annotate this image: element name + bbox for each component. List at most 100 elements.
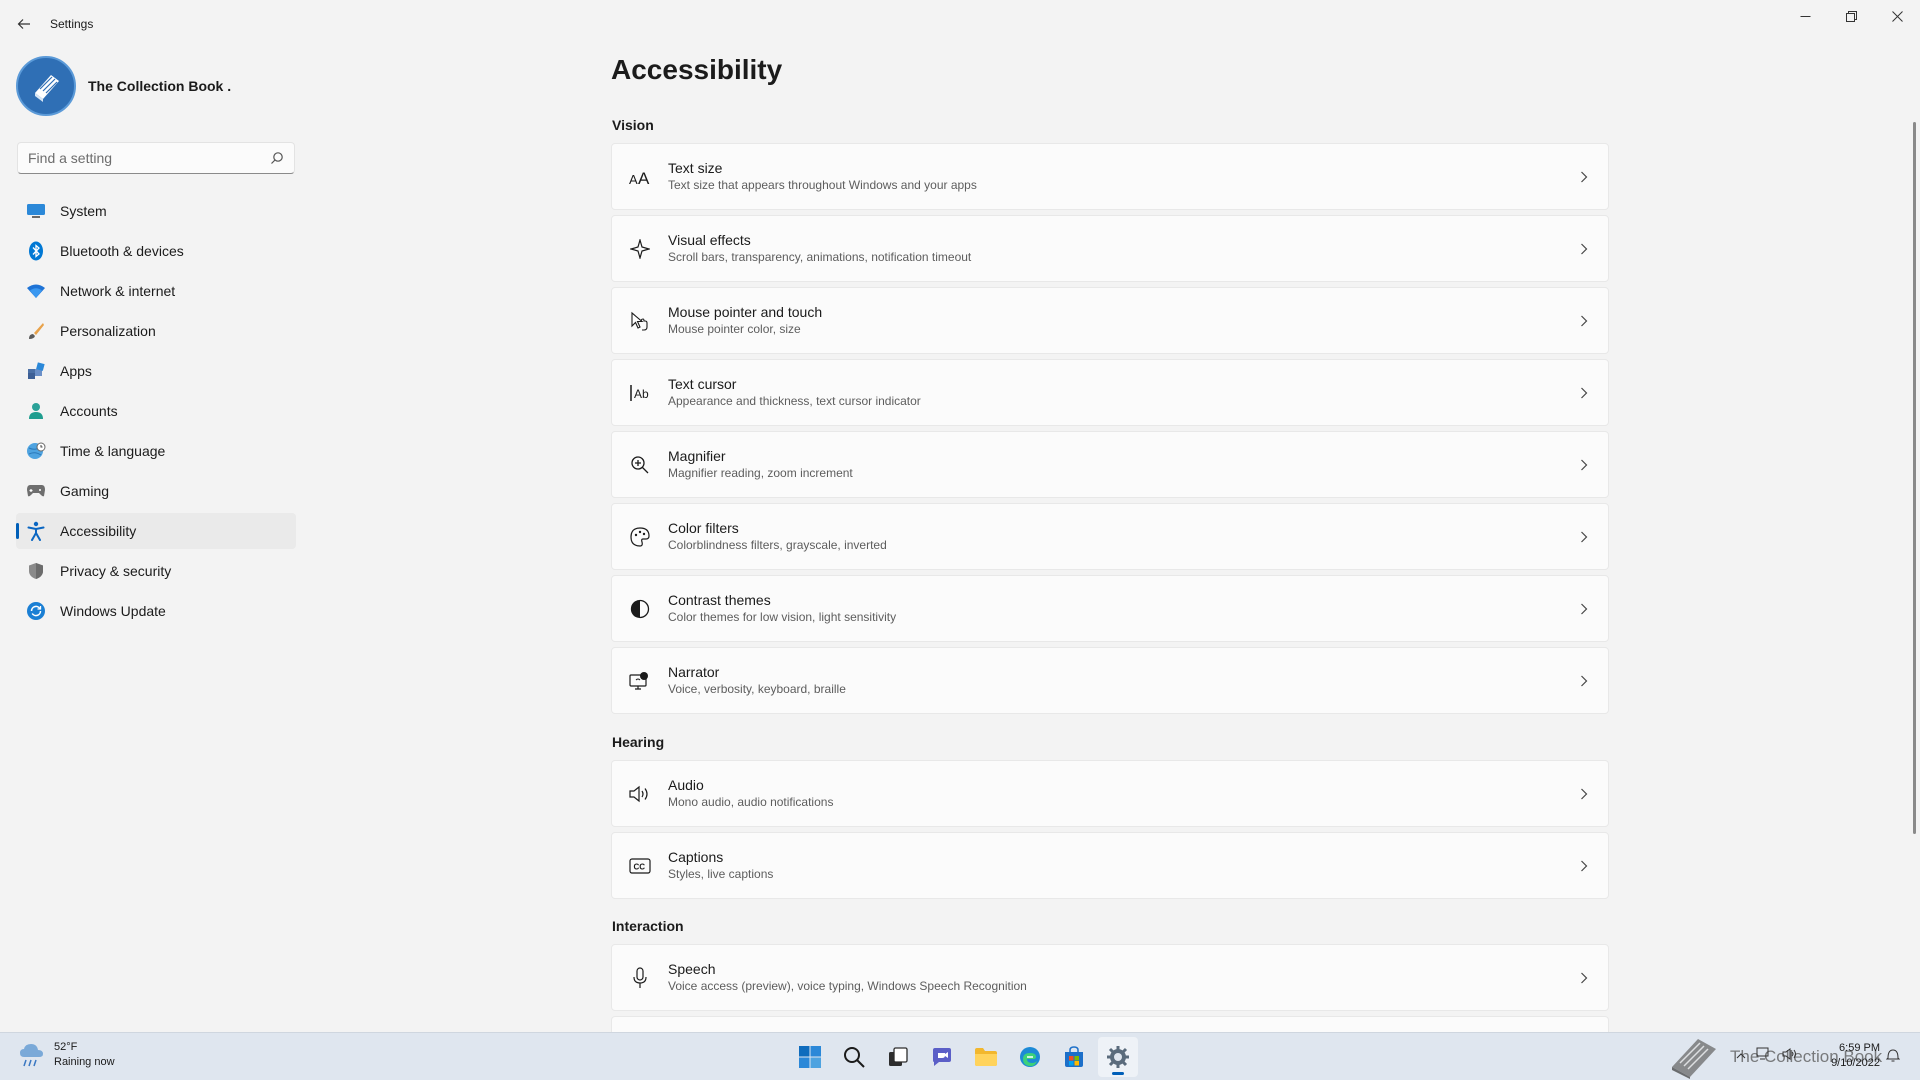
setting-card-mouse-pointer[interactable]: Mouse pointer and touch Mouse pointer col… xyxy=(611,287,1609,354)
palette-icon xyxy=(612,526,668,547)
search-input[interactable] xyxy=(28,150,270,166)
section-title-hearing: Hearing xyxy=(612,734,665,750)
sparkle-icon xyxy=(612,238,668,259)
network-icon[interactable] xyxy=(1756,1047,1772,1064)
file-explorer-button[interactable] xyxy=(966,1037,1006,1077)
section-title-vision: Vision xyxy=(612,117,654,133)
card-title: Visual effects xyxy=(668,232,751,248)
apps-icon xyxy=(26,361,46,381)
svg-text:A: A xyxy=(629,172,638,185)
profile[interactable]: The Collection Book . xyxy=(16,56,231,116)
page-title: Accessibility xyxy=(611,54,783,85)
sidebar-item-personalization[interactable]: Personalization xyxy=(16,313,296,349)
edge-icon xyxy=(1020,1047,1040,1067)
card-subtitle: Mouse pointer color, size xyxy=(668,322,801,336)
card-title: Speech xyxy=(668,961,716,977)
setting-card-narrator[interactable]: Narrator Voice, verbosity, keyboard, brai… xyxy=(611,647,1609,714)
teams-chat-button[interactable] xyxy=(922,1037,962,1077)
watermark-book-icon xyxy=(1672,1039,1716,1079)
sidebar-item-apps[interactable]: Apps xyxy=(16,353,296,389)
minimize-icon xyxy=(1800,15,1810,17)
sidebar-item-label: Gaming xyxy=(60,483,110,499)
weather-condition: Raining now xyxy=(54,1056,115,1068)
setting-card-text-cursor[interactable]: Ab Text cursor Appearance and thickness, … xyxy=(611,359,1609,426)
sidebar-item-label: System xyxy=(60,203,107,219)
sidebar-item-network[interactable]: Network & internet xyxy=(16,273,296,309)
sidebar-item-time-language[interactable]: Time & language xyxy=(16,433,296,469)
notifications-button[interactable] xyxy=(1885,1047,1901,1068)
start-button[interactable] xyxy=(790,1037,830,1077)
sidebar-item-accessibility[interactable]: Accessibility xyxy=(16,513,296,549)
search-icon[interactable] xyxy=(270,151,284,165)
chevron-right-icon xyxy=(1560,459,1608,471)
task-view-button[interactable] xyxy=(878,1037,918,1077)
monitor-icon xyxy=(26,201,46,221)
close-icon xyxy=(1891,10,1903,22)
chevron-right-icon xyxy=(1560,171,1608,183)
sidebar-item-label: Accounts xyxy=(60,403,118,419)
store-button[interactable] xyxy=(1054,1037,1094,1077)
clock-date: 9/10/2022 xyxy=(1831,1057,1880,1069)
svg-text:A: A xyxy=(638,169,650,185)
setting-card-text-size[interactable]: AA Text size Text size that appears throu… xyxy=(611,143,1609,210)
svg-text:CC: CC xyxy=(634,862,646,871)
setting-card-audio[interactable]: Audio Mono audio, audio notifications xyxy=(611,760,1609,827)
speaker-icon xyxy=(612,785,668,803)
setting-card-visual-effects[interactable]: Visual effects Scroll bars, transparency,… xyxy=(611,215,1609,282)
card-subtitle: Mono audio, audio notifications xyxy=(668,795,834,809)
sidebar-item-privacy[interactable]: Privacy & security xyxy=(16,553,296,589)
text-cursor-icon: Ab xyxy=(612,384,668,402)
sidebar-item-label: Privacy & security xyxy=(60,563,172,579)
contrast-icon xyxy=(612,599,668,619)
minimize-button[interactable] xyxy=(1782,0,1828,32)
chevron-right-icon xyxy=(1560,972,1608,984)
sidebar-item-windows-update[interactable]: Windows Update xyxy=(16,593,296,629)
chevron-right-icon xyxy=(1560,387,1608,399)
card-subtitle: Voice access (preview), voice typing, Wi… xyxy=(668,979,1027,993)
pointer-touch-icon xyxy=(612,311,668,331)
restore-button[interactable] xyxy=(1828,0,1874,32)
card-subtitle: Magnifier reading, zoom increment xyxy=(668,466,853,480)
setting-card-magnifier[interactable]: Magnifier Magnifier reading, zoom increme… xyxy=(611,431,1609,498)
sidebar-item-accounts[interactable]: Accounts xyxy=(16,393,296,429)
sidebar-item-label: Accessibility xyxy=(60,523,137,539)
app-title: Settings xyxy=(50,17,94,31)
avatar xyxy=(16,56,76,116)
sidebar-item-label: Personalization xyxy=(60,323,156,339)
card-title: Captions xyxy=(668,849,724,865)
bluetooth-icon xyxy=(26,241,46,261)
brush-icon xyxy=(26,321,46,341)
chevron-right-icon xyxy=(1560,243,1608,255)
close-button[interactable] xyxy=(1874,0,1920,32)
sidebar-item-label: Network & internet xyxy=(60,283,176,299)
chevron-up-icon[interactable] xyxy=(1736,1049,1746,1063)
back-button[interactable] xyxy=(10,10,38,38)
setting-card-contrast-themes[interactable]: Contrast themes Color themes for low visi… xyxy=(611,575,1609,642)
title-bar: Settings xyxy=(0,0,1920,48)
rain-cloud-icon xyxy=(20,1044,43,1067)
search-icon xyxy=(844,1047,865,1068)
clock[interactable]: 6:59 PM 9/10/2022 xyxy=(1816,1041,1880,1071)
setting-card-color-filters[interactable]: Color filters Colorblindness filters, gra… xyxy=(611,503,1609,570)
weather-temp: 52°F xyxy=(54,1041,78,1053)
captions-icon: CC xyxy=(612,857,668,874)
scrollbar[interactable] xyxy=(1913,122,1916,834)
taskbar-search-button[interactable] xyxy=(834,1037,874,1077)
volume-icon[interactable] xyxy=(1782,1047,1798,1064)
card-title: Color filters xyxy=(668,520,739,536)
edge-button[interactable] xyxy=(1010,1037,1050,1077)
sidebar-item-bluetooth[interactable]: Bluetooth & devices xyxy=(16,233,296,269)
sidebar-item-system[interactable]: System xyxy=(16,193,296,229)
chevron-right-icon xyxy=(1560,531,1608,543)
settings-taskbar-button[interactable] xyxy=(1098,1037,1138,1077)
sidebar-item-gaming[interactable]: Gaming xyxy=(16,473,296,509)
card-subtitle: Colorblindness filters, grayscale, inver… xyxy=(668,538,887,552)
card-subtitle: Voice, verbosity, keyboard, braille xyxy=(668,682,846,696)
search-box[interactable] xyxy=(17,142,295,174)
setting-card-captions[interactable]: CC Captions Styles, live captions xyxy=(611,832,1609,899)
narrator-icon xyxy=(612,671,668,691)
weather-widget[interactable]: 52°F Raining now xyxy=(18,1040,115,1070)
windows-logo-icon xyxy=(799,1046,821,1068)
setting-card-speech[interactable]: Speech Voice access (preview), voice typi… xyxy=(611,944,1609,1011)
card-subtitle: Appearance and thickness, text cursor in… xyxy=(668,394,921,408)
